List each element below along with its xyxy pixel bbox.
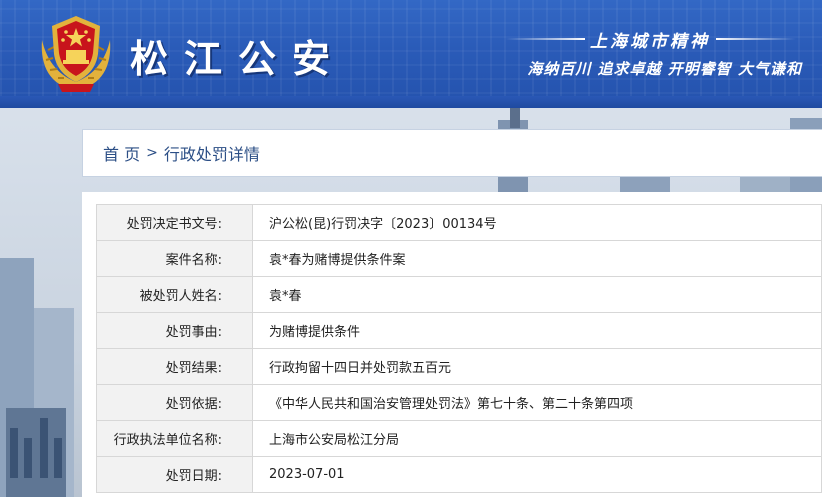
table-row: 处罚依据: 《中华人民共和国治安管理处罚法》第七十条、第二十条第四项 [96,384,822,421]
spirit-left-line [505,38,585,40]
table-row: 行政执法单位名称: 上海市公安局松江分局 [96,420,822,457]
detail-panel: 处罚决定书文号: 沪公松(昆)行罚决字〔2023〕00134号 案件名称: 袁*… [82,192,822,497]
header-bottom-band [0,96,822,108]
table-row: 处罚决定书文号: 沪公松(昆)行罚决字〔2023〕00134号 [96,204,822,241]
table-row: 案件名称: 袁*春为赌博提供条件案 [96,240,822,277]
row-label: 处罚决定书文号: [96,204,253,241]
penalty-detail-table: 处罚决定书文号: 沪公松(昆)行罚决字〔2023〕00134号 案件名称: 袁*… [96,204,822,493]
row-label: 处罚日期: [96,456,253,493]
table-row: 处罚结果: 行政拘留十四日并处罚款五百元 [96,348,822,385]
row-value: 袁*春 [252,276,822,313]
city-spirit-title: 上海城市精神 [590,32,710,52]
row-value: 袁*春为赌博提供条件案 [252,240,822,277]
row-label: 行政执法单位名称: [96,420,253,457]
row-value: 上海市公安局松江分局 [252,420,822,457]
breadcrumb-home-link[interactable]: 首 页 [103,141,140,165]
row-label: 处罚结果: [96,348,253,385]
table-row: 处罚事由: 为赌博提供条件 [96,312,822,349]
row-label: 处罚事由: [96,312,253,349]
site-title: 松江公安 [130,36,347,81]
row-value: 2023-07-01 [252,456,822,493]
breadcrumb-separator: > [146,145,158,161]
row-label: 案件名称: [96,240,253,277]
row-value: 行政拘留十四日并处罚款五百元 [252,348,822,385]
row-value: 《中华人民共和国治安管理处罚法》第七十条、第二十条第四项 [252,384,822,421]
table-row: 被处罚人姓名: 袁*春 [96,276,822,313]
city-spirit-slogan: 海纳百川 追求卓越 开明睿智 大气谦和 [527,60,802,78]
row-label: 被处罚人姓名: [96,276,253,313]
row-value: 为赌博提供条件 [252,312,822,349]
police-emblem-icon [41,16,111,92]
breadcrumb: 首 页 > 行政处罚详情 [82,129,822,177]
spirit-right-line [716,38,796,40]
row-label: 处罚依据: [96,384,253,421]
site-header: 松江公安 上海城市精神 海纳百川 追求卓越 开明睿智 大气谦和 [0,0,822,108]
breadcrumb-current: 行政处罚详情 [163,145,260,164]
table-row: 处罚日期: 2023-07-01 [96,456,822,493]
row-value: 沪公松(昆)行罚决字〔2023〕00134号 [252,204,822,241]
